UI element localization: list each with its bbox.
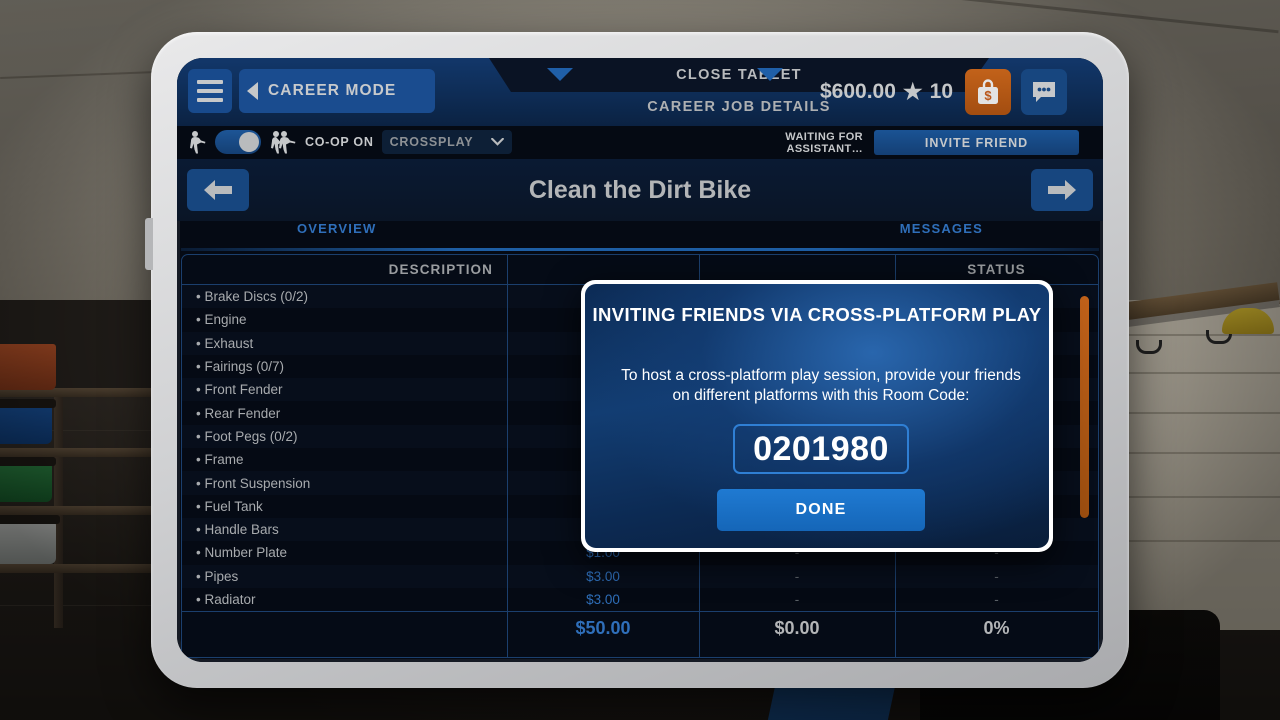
invite-friend-label: INVITE FRIEND [924,135,1029,150]
chat-bubble-icon [1033,82,1055,102]
crossplay-invite-dialog: INVITING FRIENDS VIA CROSS-PLATFORM PLAY… [581,280,1053,552]
total-earned: $0.00 [774,618,820,639]
tab-underline [181,248,1099,251]
row-description: • Radiator [196,592,256,607]
row-status: - [994,568,999,584]
row-description: • Pipes [196,568,239,584]
triangle-left-icon [247,82,258,100]
tablet-device: CAREER MODE CLOSE TABLET CAREER JOB DETA… [145,32,1129,688]
row-description: • Front Suspension [196,475,311,491]
coop-toggle[interactable] [215,130,261,154]
row-description: • Exhaust [196,335,254,351]
top-bar: CAREER MODE CLOSE TABLET CAREER JOB DETA… [177,58,1103,126]
row-description: • Handle Bars [196,522,279,538]
row-price: $3.00 [586,568,620,584]
page-title: Clean the Dirt Bike [528,175,752,204]
waiting-for-assistant-label: WAITING FOR ASSISTANT… [785,131,863,155]
row-description: • Brake Discs (0/2) [196,289,309,305]
row-status: - [994,592,999,607]
coop-bar: CO-OP ON CROSSPLAY WAITING FOR ASSISTANT… [177,126,1103,159]
crossplay-value: CROSSPLAY [389,135,474,149]
single-player-icon [190,131,206,154]
row-price: $3.00 [586,592,620,607]
table-row[interactable]: • Radiator $3.00 - - [182,587,1098,612]
done-button-label: DONE [795,501,847,518]
row-description: • Frame [196,452,244,468]
row-earned: - [794,592,800,607]
chat-button[interactable] [1021,69,1067,115]
room-code-field[interactable]: 0201980 [733,424,909,474]
chevron-down-icon[interactable] [547,68,573,81]
tablet-screen: CAREER MODE CLOSE TABLET CAREER JOB DETA… [177,58,1103,662]
room-code-value: 0201980 [753,429,889,468]
row-description: • Fairings (0/7) [196,359,285,375]
invite-friend-button[interactable]: INVITE FRIEND [874,130,1079,155]
done-button[interactable]: DONE [717,489,925,531]
two-player-icon [271,131,296,154]
row-description: • Engine [196,312,247,328]
total-status: 0% [983,618,1010,639]
chevron-down-icon [490,138,504,146]
toggle-knob [239,132,259,152]
next-job-button[interactable] [1031,169,1093,211]
row-description: • Front Fender [196,382,283,398]
row-earned: - [794,568,800,584]
tab-overview[interactable]: OVERVIEW [297,221,376,249]
column-header-description: DESCRIPTION [388,262,493,277]
table-total-row: $50.00 $0.00 0% [182,611,1098,646]
row-description: • Rear Fender [196,405,281,421]
row-description: • Number Plate [196,545,288,561]
tab-messages[interactable]: MESSAGES [900,221,983,249]
dialog-body-text: To host a cross-platform play session, p… [621,367,1021,404]
tablet-side-button[interactable] [145,218,153,270]
coop-status-label: CO-OP ON [305,135,374,149]
career-mode-button[interactable]: CAREER MODE [239,69,435,113]
chevron-down-icon[interactable] [757,68,783,81]
row-description: • Foot Pegs (0/2) [196,428,298,444]
hamburger-menu-icon[interactable] [188,69,232,113]
dialog-title: INVITING FRIENDS VIA CROSS-PLATFORM PLAY [592,304,1042,325]
table-row[interactable]: • Pipes $3.00 - - [182,564,1098,588]
row-description: • Fuel Tank [196,498,263,514]
table-scrollbar[interactable] [1080,296,1089,518]
total-price: $50.00 [575,618,631,639]
arrow-right-icon [1048,180,1076,200]
job-title-bar: Clean the Dirt Bike [177,159,1103,221]
crossplay-dropdown[interactable]: CROSSPLAY [381,130,512,154]
tab-bar: OVERVIEW MESSAGES [177,221,1103,249]
career-mode-label: CAREER MODE [268,82,397,99]
